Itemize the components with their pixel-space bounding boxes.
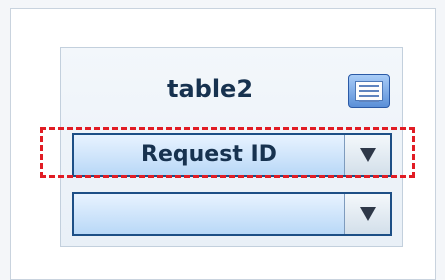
dropdown-arrow-button[interactable] [344, 194, 390, 234]
dropdown-arrow-icon [359, 207, 376, 221]
field-select-value [74, 194, 344, 234]
table-title: table2 [166, 75, 254, 103]
table-list-icon[interactable] [348, 74, 390, 108]
field-select-empty[interactable] [72, 192, 392, 236]
table-sheet-icon [355, 81, 383, 102]
highlight-box [40, 127, 415, 178]
